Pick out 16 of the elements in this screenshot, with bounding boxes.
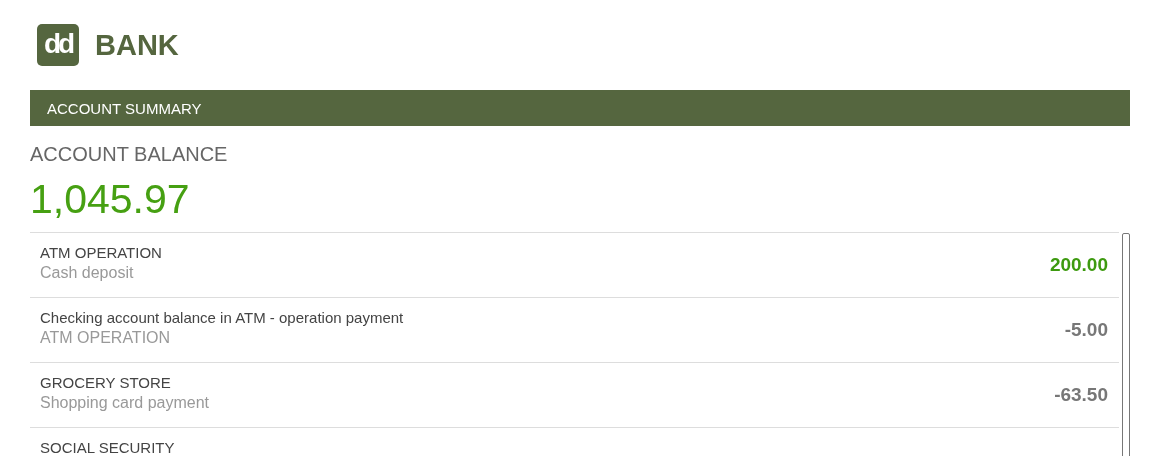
balance-amount: 1,045.97 [30,176,191,224]
transaction-description: Cash deposit [40,264,135,282]
transaction-amount: -5.00 [1064,318,1108,341]
transaction-amount: -63.50 [1054,383,1108,406]
bank-logo: dd [37,24,79,66]
bank-name: BANK [95,28,179,62]
transaction-title: GROCERY STORE [40,374,172,391]
transaction-title: ATM OPERATION [40,244,163,261]
transaction-description: Shopping card payment [40,394,210,412]
transaction-title: SOCIAL SECURITY [40,439,176,456]
transaction-title: Checking account balance in ATM - operation payment [40,309,405,326]
scrollbar[interactable] [1122,233,1130,456]
section-header: ACCOUNT SUMMARY [30,90,1130,126]
transaction-amount: 200.00 [1049,253,1108,276]
balance-label: ACCOUNT BALANCE [30,143,229,166]
transaction-description: ATM OPERATION [40,329,172,347]
